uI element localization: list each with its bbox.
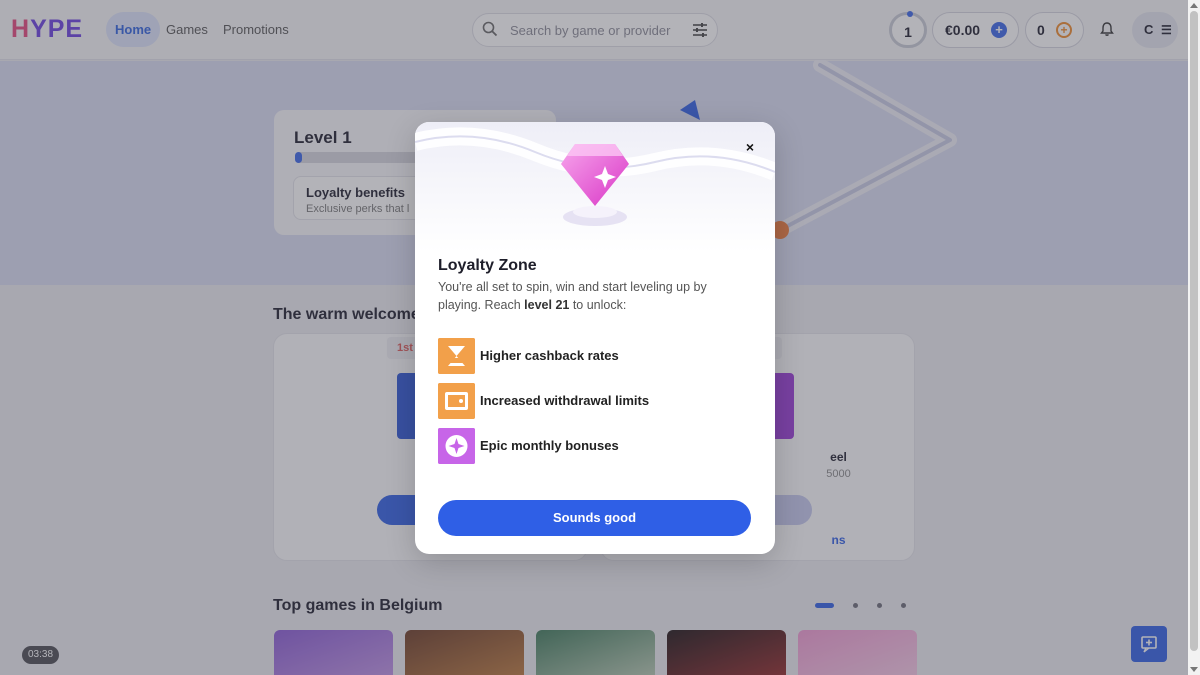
- benefit-label: Increased withdrawal limits: [480, 393, 650, 408]
- modal-description: You're all set to spin, win and start le…: [438, 278, 738, 314]
- scrollbar-thumb[interactable]: [1190, 11, 1198, 651]
- benefit-cashback: Higher cashback rates: [438, 338, 738, 374]
- benefit-withdrawal: Increased withdrawal limits: [438, 383, 738, 419]
- hourglass-icon: [438, 338, 475, 374]
- scroll-up-arrow-icon[interactable]: [1190, 3, 1198, 8]
- loyalty-zone-modal: × Loyalty Zone You're all set to spin, w…: [415, 122, 775, 554]
- wallet-icon: [438, 383, 475, 419]
- benefit-label: Epic monthly bonuses: [480, 438, 619, 453]
- sparkle-icon: [438, 428, 475, 464]
- benefit-monthly-bonus: Epic monthly bonuses: [438, 428, 738, 464]
- gem-hero-illustration: [415, 122, 775, 252]
- close-button[interactable]: ×: [741, 138, 759, 156]
- scroll-down-arrow-icon[interactable]: [1190, 667, 1198, 672]
- modal-title: Loyalty Zone: [438, 257, 537, 274]
- sounds-good-button[interactable]: Sounds good: [438, 500, 751, 536]
- modal-desc-level: level 21: [524, 298, 570, 312]
- page-scrollbar[interactable]: [1188, 0, 1200, 675]
- benefit-label: Higher cashback rates: [480, 348, 619, 363]
- modal-desc-part2: to unlock:: [569, 298, 627, 312]
